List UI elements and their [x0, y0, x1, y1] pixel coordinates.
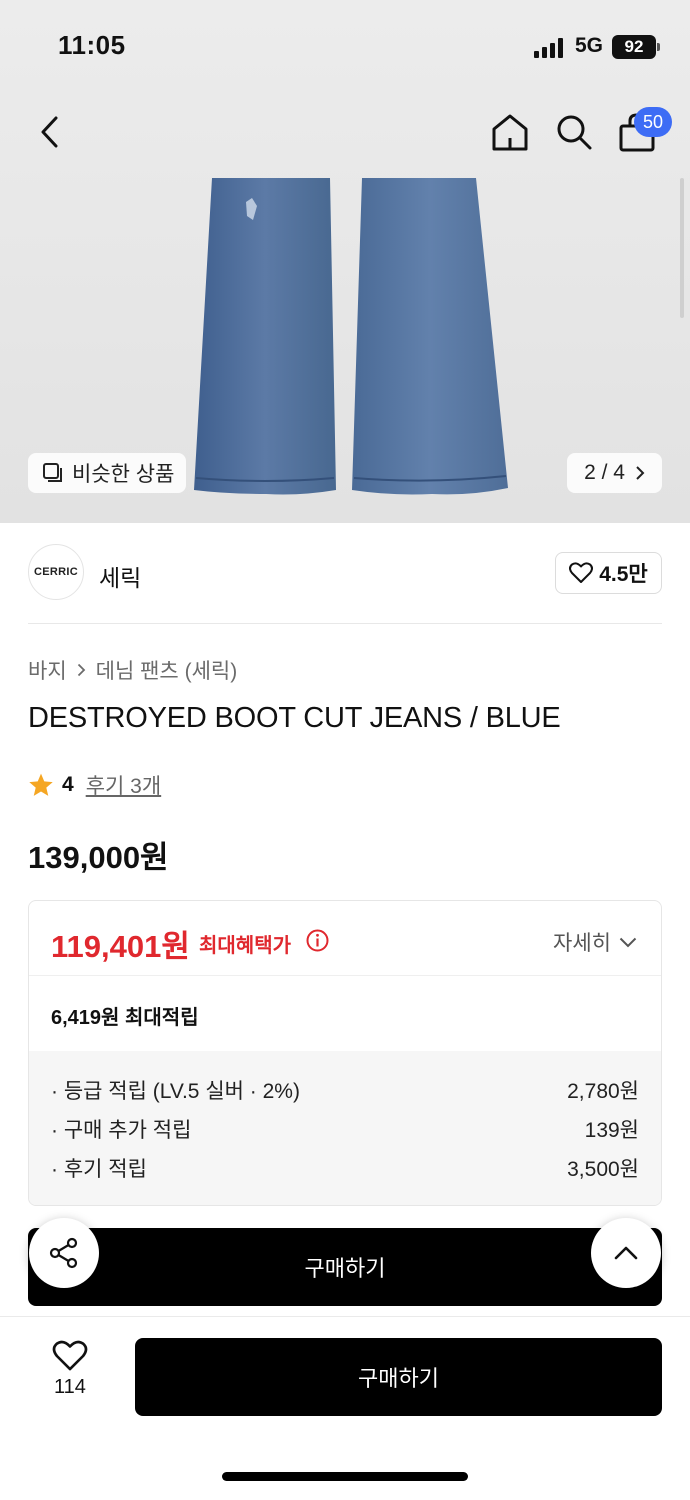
benefit-box: 119,401원 최대혜택가 자세히 6,419원 최대적립 · 등급 적립 (… — [28, 900, 662, 1206]
points-label: · 후기 적립 — [51, 1158, 147, 1181]
points-item-purchase: · 구매 추가 적립 139원 — [51, 1114, 639, 1153]
max-benefit-label: 최대혜택가 — [199, 935, 291, 957]
points-label: · 등급 적립 (LV.5 실버 · 2%) — [51, 1080, 300, 1103]
image-scrollbar — [680, 178, 684, 318]
breadcrumb: 바지 데님 팬츠 (세릭) — [28, 655, 237, 685]
points-list: · 등급 적립 (LV.5 실버 · 2%) 2,780원 · 구매 추가 적립… — [29, 1051, 661, 1205]
battery-icon: 92 — [612, 35, 660, 59]
signal-icon — [534, 38, 563, 58]
breadcrumb-subcategory[interactable]: 데님 팬츠 (세릭) — [96, 655, 238, 685]
search-button[interactable] — [552, 110, 596, 154]
network-type: 5G — [575, 34, 604, 57]
product-price: 139,000원 — [28, 840, 169, 875]
points-item-grade: · 등급 적립 (LV.5 실버 · 2%) 2,780원 — [51, 1075, 639, 1114]
buy-button[interactable]: 구매하기 — [135, 1338, 662, 1416]
share-icon — [49, 1237, 78, 1269]
info-icon[interactable] — [306, 929, 329, 952]
chevron-up-icon — [614, 1246, 638, 1260]
home-button[interactable] — [488, 110, 532, 154]
back-button[interactable] — [30, 112, 70, 152]
chevron-right-icon — [77, 663, 85, 677]
chevron-down-icon — [619, 937, 637, 947]
review-count-link[interactable]: 후기 3개 — [86, 770, 161, 800]
scroll-top-button[interactable] — [591, 1218, 661, 1288]
points-value: 139원 — [584, 1119, 639, 1142]
product-title: DESTROYED BOOT CUT JEANS / BLUE — [28, 702, 561, 734]
cart-count-badge: 50 — [634, 107, 672, 137]
brand-like-count: 4.5만 — [599, 563, 648, 586]
benefit-header: 119,401원 최대혜택가 자세히 — [29, 901, 661, 976]
rating-score: 4 — [62, 773, 74, 796]
heart-icon — [569, 562, 594, 583]
chevron-left-icon — [41, 116, 58, 148]
brand-logo[interactable]: CERRIC — [28, 544, 84, 600]
benefit-detail-label: 자세히 — [553, 932, 611, 955]
brand-like-button[interactable]: 4.5만 — [555, 552, 662, 594]
brand-name[interactable]: 세릭 — [99, 559, 141, 593]
home-icon — [492, 114, 528, 151]
heart-icon — [52, 1340, 88, 1371]
wishlist-count: 114 — [54, 1376, 86, 1398]
image-pager-button[interactable]: 2 / 4 — [567, 453, 662, 493]
home-indicator — [222, 1472, 468, 1481]
buy-button-inline[interactable]: 구매하기 — [28, 1228, 662, 1306]
benefit-detail-button[interactable]: 자세히 — [553, 927, 637, 957]
status-time: 11:05 — [58, 30, 126, 60]
wishlist-button[interactable]: 114 — [40, 1340, 100, 1410]
points-label: · 구매 추가 적립 — [51, 1119, 192, 1142]
share-button[interactable] — [29, 1218, 99, 1288]
search-icon — [557, 115, 592, 150]
points-summary: 6,419원 최대적립 — [51, 1007, 199, 1029]
product-rating: 4 후기 3개 — [28, 770, 161, 800]
points-value: 2,780원 — [567, 1080, 639, 1103]
brand-logo-text: CERRIC — [34, 566, 78, 578]
points-value: 3,500원 — [567, 1158, 639, 1181]
similar-products-label: 비슷한 상품 — [72, 463, 175, 486]
similar-products-button[interactable]: 비슷한 상품 — [28, 453, 186, 493]
product-image-area[interactable]: 11:05 5G 92 50 비슷한 상품 2 / 4 — [0, 0, 690, 523]
star-icon — [29, 773, 53, 796]
divider — [28, 623, 662, 624]
status-bar: 11:05 5G 92 — [0, 0, 690, 96]
chevron-right-icon — [636, 466, 645, 480]
max-benefit-price: 119,401원 — [51, 929, 190, 964]
copy-icon — [43, 463, 62, 482]
image-pager-label: 2 / 4 — [584, 461, 625, 484]
breadcrumb-category[interactable]: 바지 — [28, 655, 67, 685]
points-item-review: · 후기 적립 3,500원 — [51, 1153, 639, 1192]
